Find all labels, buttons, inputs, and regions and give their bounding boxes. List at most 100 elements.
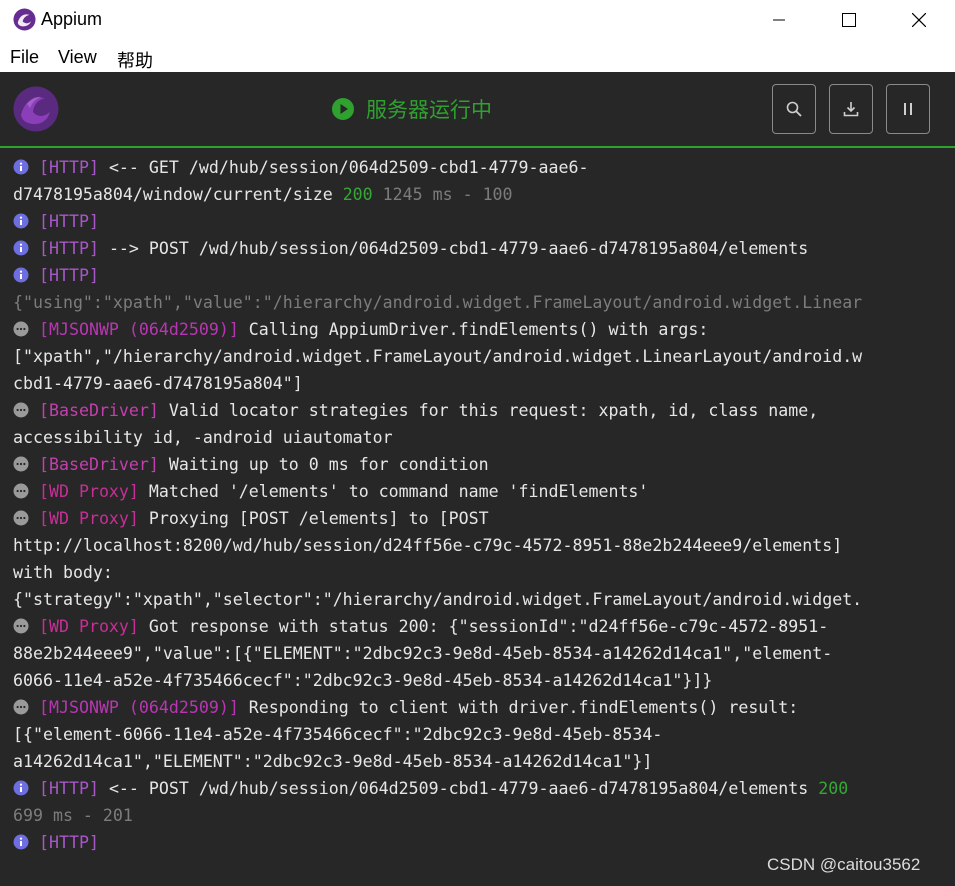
log-text: <-- GET /wd/hub/session/064d2509-cbd1-47… xyxy=(98,158,589,177)
debug-icon xyxy=(13,453,29,472)
log-dim-text: 1245 ms - 100 xyxy=(372,185,513,204)
info-icon xyxy=(13,210,29,229)
log-text: ["xpath","/hierarchy/android.widget.Fram… xyxy=(13,347,863,366)
log-text: Calling AppiumDriver.findElements() with… xyxy=(238,320,709,339)
log-line: d7478195a804/window/current/size 200 124… xyxy=(13,181,943,208)
log-text: d7478195a804/window/current/size xyxy=(13,185,343,204)
play-icon xyxy=(332,98,354,120)
log-line: [MJSONWP (064d2509)] Responding to clien… xyxy=(13,694,943,721)
maximize-button[interactable] xyxy=(814,0,884,40)
log-text: Valid locator strategies for this reques… xyxy=(158,401,819,420)
status-code: 200 xyxy=(342,185,373,204)
title-bar: Appium xyxy=(0,0,955,40)
log-text: Proxying [POST /elements] to [POST xyxy=(138,509,489,528)
log-tag: [WD Proxy] xyxy=(39,509,139,528)
menu-file[interactable]: File xyxy=(10,47,39,68)
menu-help[interactable]: 帮助 xyxy=(117,47,153,73)
log-line: [WD Proxy] Got response with status 200:… xyxy=(13,613,943,640)
log-line: [HTTP] --> POST /wd/hub/session/064d2509… xyxy=(13,235,943,262)
log-line: 699 ms - 201 xyxy=(13,802,943,829)
log-text: cbd1-4779-aae6-d7478195a804"] xyxy=(13,374,303,393)
toolbar: 服务器运行中 xyxy=(0,72,955,148)
log-line: 6066-11e4-a52e-4f735466cecf":"2dbc92c3-9… xyxy=(13,667,943,694)
info-icon xyxy=(13,237,29,256)
log-dim-text: {"using":"xpath","value":"/hierarchy/and… xyxy=(13,293,863,312)
log-line: accessibility id, -android uiautomator xyxy=(13,424,943,451)
log-line: [{"element-6066-11e4-a52e-4f735466cecf":… xyxy=(13,721,943,748)
log-tag: [WD Proxy] xyxy=(39,482,139,501)
debug-icon xyxy=(13,318,29,337)
log-text: 6066-11e4-a52e-4f735466cecf":"2dbc92c3-9… xyxy=(13,671,713,690)
log-text: with body: xyxy=(13,563,113,582)
server-status: 服务器运行中 xyxy=(331,94,492,124)
log-tag: [BaseDriver] xyxy=(39,401,159,420)
log-text: [{"element-6066-11e4-a52e-4f735466cecf":… xyxy=(13,725,663,744)
log-line: cbd1-4779-aae6-d7478195a804"] xyxy=(13,370,943,397)
log-text: Got response with status 200: {"sessionI… xyxy=(138,617,829,636)
log-dim-text: 699 ms - 201 xyxy=(13,806,133,825)
log-text: Responding to client with driver.findEle… xyxy=(238,698,799,717)
log-line: a14262d14ca1","ELEMENT":"2dbc92c3-9e8d-4… xyxy=(13,748,943,775)
log-tag: [HTTP] xyxy=(39,212,99,231)
log-tag: [HTTP] xyxy=(39,266,99,285)
status-text: 服务器运行中 xyxy=(366,98,492,122)
log-line: [BaseDriver] Valid locator strategies fo… xyxy=(13,397,943,424)
log-text: a14262d14ca1","ELEMENT":"2dbc92c3-9e8d-4… xyxy=(13,752,653,771)
minimize-button[interactable] xyxy=(744,0,814,40)
log-line: [HTTP] xyxy=(13,262,943,289)
pause-icon xyxy=(904,103,912,115)
log-text: <-- POST /wd/hub/session/064d2509-cbd1-4… xyxy=(98,779,819,798)
log-tag: [HTTP] xyxy=(39,239,99,258)
log-line: ["xpath","/hierarchy/android.widget.Fram… xyxy=(13,343,943,370)
info-icon xyxy=(13,831,29,850)
log-line: [HTTP] <-- GET /wd/hub/session/064d2509-… xyxy=(13,154,943,181)
debug-icon xyxy=(13,615,29,634)
log-line: {"using":"xpath","value":"/hierarchy/and… xyxy=(13,289,943,316)
log-line: http://localhost:8200/wd/hub/session/d24… xyxy=(13,532,943,559)
info-icon xyxy=(13,264,29,283)
log-line: {"strategy":"xpath","selector":"/hierarc… xyxy=(13,586,943,613)
menu-bar: File View 帮助 xyxy=(0,40,955,72)
appium-logo-icon xyxy=(13,86,59,132)
log-line: [HTTP] <-- POST /wd/hub/session/064d2509… xyxy=(13,775,943,802)
maximize-icon xyxy=(842,13,856,27)
info-icon xyxy=(13,777,29,796)
log-line: [MJSONWP (064d2509)] Calling AppiumDrive… xyxy=(13,316,943,343)
log-text: --> POST /wd/hub/session/064d2509-cbd1-4… xyxy=(98,239,809,258)
log-line: 88e2b244eee9","value":[{"ELEMENT":"2dbc9… xyxy=(13,640,943,667)
info-icon xyxy=(13,156,29,175)
log-tag: [MJSONWP (064d2509)] xyxy=(39,320,239,339)
appium-icon xyxy=(13,8,36,31)
log-tag: [HTTP] xyxy=(39,779,99,798)
debug-icon xyxy=(13,507,29,526)
window-title: Appium xyxy=(41,9,103,29)
debug-icon xyxy=(13,696,29,715)
minimize-icon xyxy=(773,19,785,21)
close-button[interactable] xyxy=(884,0,954,40)
pause-button[interactable] xyxy=(886,84,930,134)
log-line: with body: xyxy=(13,559,943,586)
log-line: [BaseDriver] Waiting up to 0 ms for cond… xyxy=(13,451,943,478)
log-text: accessibility id, -android uiautomator xyxy=(13,428,393,447)
debug-icon xyxy=(13,399,29,418)
log-text: 88e2b244eee9","value":[{"ELEMENT":"2dbc9… xyxy=(13,644,833,663)
server-log[interactable]: [HTTP] <-- GET /wd/hub/session/064d2509-… xyxy=(13,154,943,856)
search-button[interactable] xyxy=(772,84,816,134)
log-tag: [HTTP] xyxy=(39,158,99,177)
debug-icon xyxy=(13,480,29,499)
log-text: {"strategy":"xpath","selector":"/hierarc… xyxy=(13,590,863,609)
log-text: http://localhost:8200/wd/hub/session/d24… xyxy=(13,536,843,555)
status-code: 200 xyxy=(818,779,849,798)
menu-view[interactable]: View xyxy=(58,47,97,68)
log-text: Waiting up to 0 ms for condition xyxy=(158,455,489,474)
download-icon xyxy=(843,102,859,117)
watermark: CSDN @caitou3562 xyxy=(767,855,921,874)
search-icon xyxy=(786,101,802,117)
download-logs-button[interactable] xyxy=(829,84,873,134)
log-tag: [BaseDriver] xyxy=(39,455,159,474)
log-tag: [MJSONWP (064d2509)] xyxy=(39,698,239,717)
log-line: [WD Proxy] Matched '/elements' to comman… xyxy=(13,478,943,505)
log-line: [WD Proxy] Proxying [POST /elements] to … xyxy=(13,505,943,532)
log-text: Matched '/elements' to command name 'fin… xyxy=(138,482,649,501)
log-tag: [WD Proxy] xyxy=(39,617,139,636)
